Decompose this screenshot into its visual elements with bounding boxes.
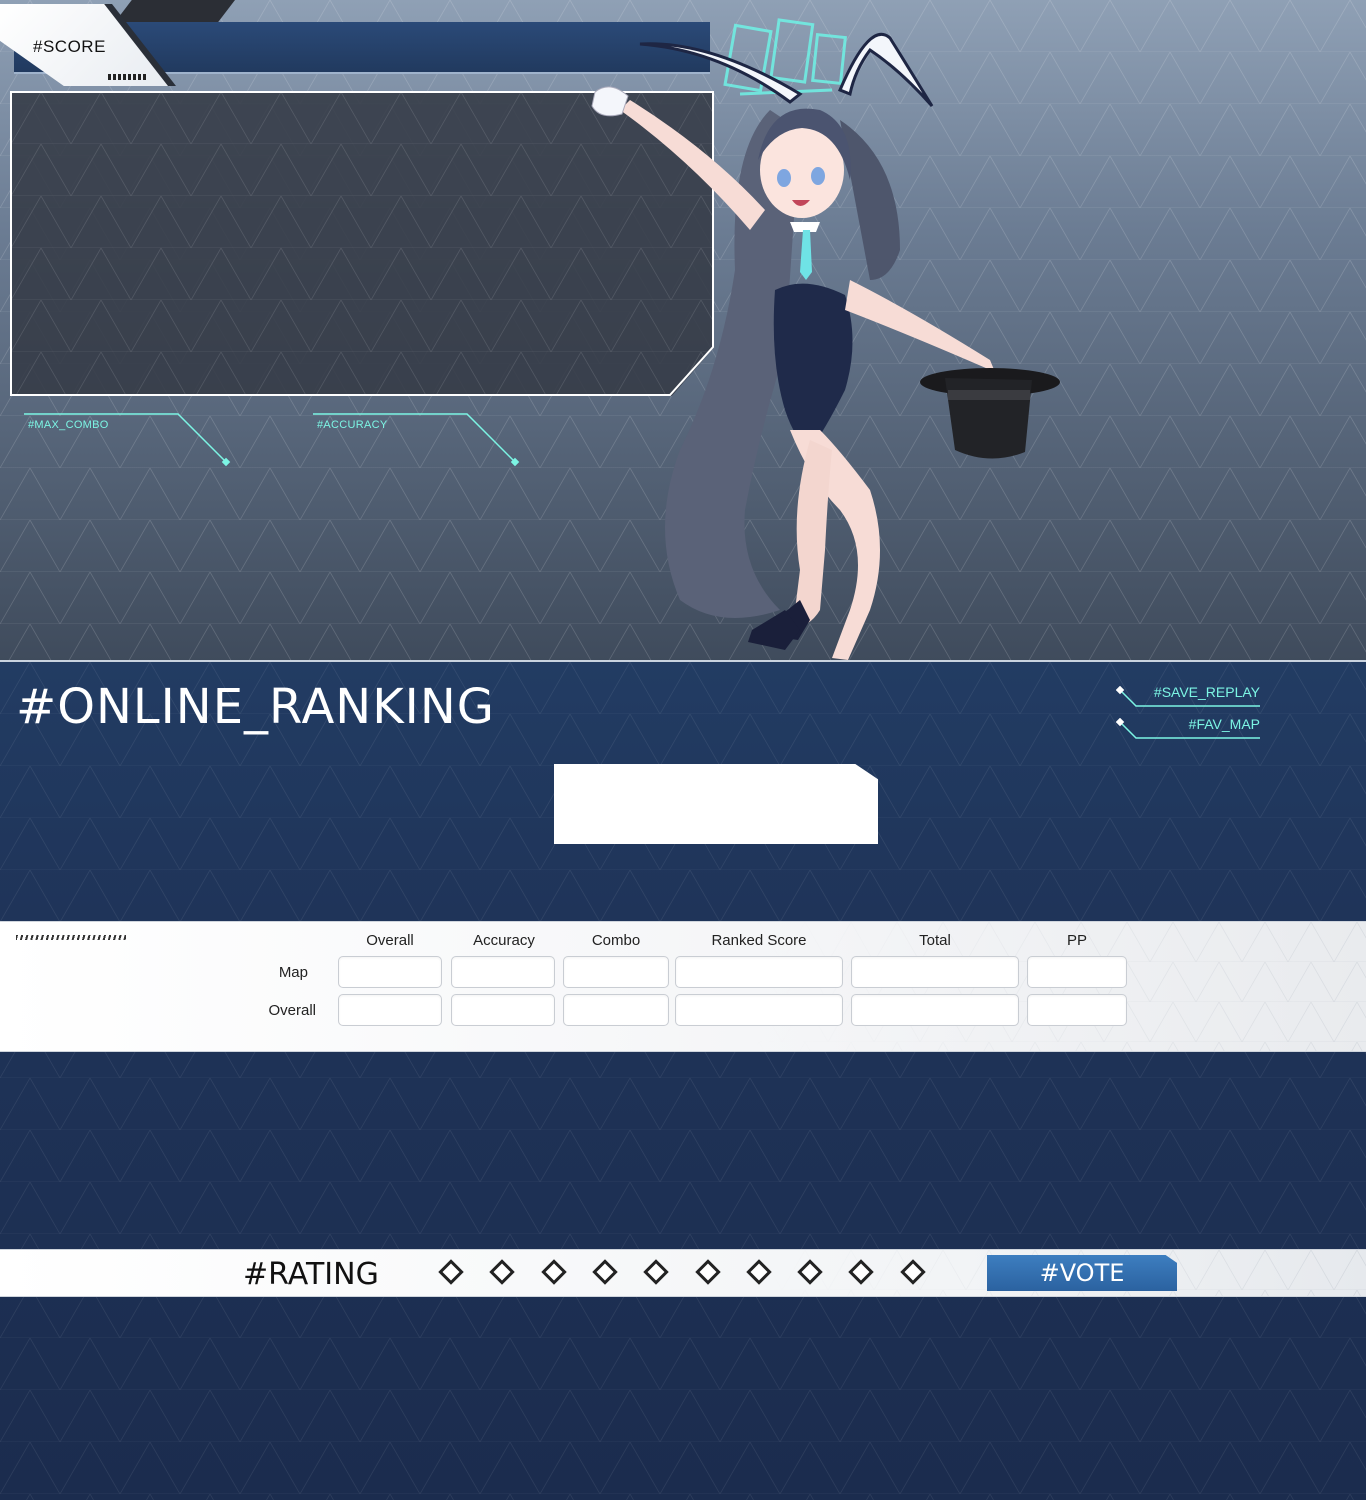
max-combo-line xyxy=(24,413,231,467)
online-ranking-section: #ONLINE_RANKING #SAVE_REPLAY #FAV_MAP Ov… xyxy=(0,662,1366,1500)
overall-accuracy-cell xyxy=(451,994,555,1026)
overall-ranked-score-cell xyxy=(675,994,843,1026)
overall-total-cell xyxy=(851,994,1019,1026)
score-section: #SCORE #MAX_COMBO #ACCURACY xyxy=(0,0,1366,662)
col-header-pp: PP xyxy=(1066,932,1087,949)
map-ranked-score-cell xyxy=(675,956,843,988)
col-header-total: Total xyxy=(919,932,951,949)
fav-map-underline xyxy=(1116,718,1260,739)
ranking-display-box xyxy=(554,764,878,844)
score-ticks xyxy=(108,74,148,80)
col-header-overall: Overall xyxy=(366,932,414,949)
rating-label: #RATING xyxy=(243,1257,379,1292)
accuracy-line xyxy=(313,413,520,467)
row-header-overall: Overall xyxy=(268,1002,316,1019)
overall-combo-cell xyxy=(563,994,669,1026)
score-top-accent xyxy=(115,0,235,22)
map-overall-cell xyxy=(338,956,442,988)
col-header-ranked-score: Ranked Score xyxy=(711,932,807,949)
map-accuracy-cell xyxy=(451,956,555,988)
overall-pp-cell xyxy=(1027,994,1127,1026)
map-pp-cell xyxy=(1027,956,1127,988)
character-illustration xyxy=(591,18,1060,660)
overall-overall-cell xyxy=(338,994,442,1026)
row-header-map: Map xyxy=(278,964,308,981)
stats-strip: Overall Accuracy Combo Ranked Score Tota… xyxy=(0,921,1366,1052)
score-label: #SCORE xyxy=(33,37,106,56)
stats-strip-ticks xyxy=(16,935,126,940)
col-header-combo: Combo xyxy=(591,932,641,949)
map-total-cell xyxy=(851,956,1019,988)
rating-strip: #RATING #VOTE xyxy=(0,1249,1366,1297)
online-ranking-title: #ONLINE_RANKING xyxy=(16,679,495,735)
col-header-accuracy: Accuracy xyxy=(473,932,535,949)
vote-button[interactable]: #VOTE xyxy=(987,1255,1177,1291)
map-combo-cell xyxy=(563,956,669,988)
save-replay-underline xyxy=(1116,686,1260,707)
